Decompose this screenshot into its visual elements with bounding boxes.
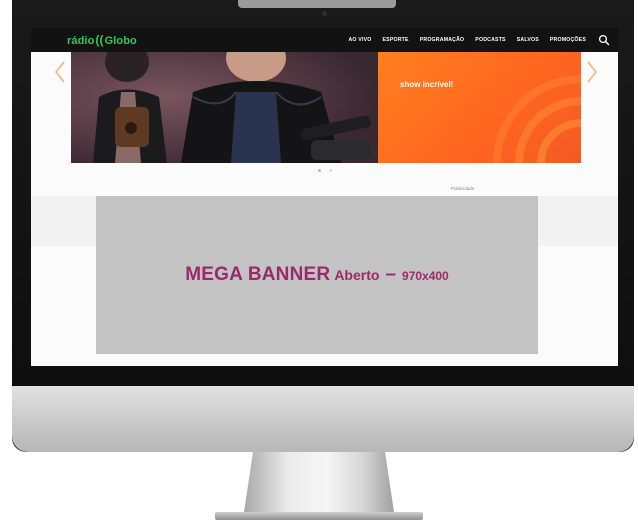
mega-banner-placeholder[interactable]: MEGA BANNER Aberto – 970x400 <box>96 196 538 354</box>
hero-carousel[interactable]: show incrível! <box>71 52 581 163</box>
nav-item-programacao[interactable]: PROGRAMAÇÃO <box>420 37 465 43</box>
nav-item-podcasts[interactable]: PODCASTS <box>475 37 505 43</box>
site-navbar: rádio((Globo AO VIVO ESPORTE PROGRAMAÇÃO… <box>31 28 618 52</box>
nav-item-salvos[interactable]: SALVOS <box>517 37 539 43</box>
promo-headline: show incrível! <box>400 80 454 89</box>
mega-banner-title: MEGA BANNER <box>185 264 331 285</box>
carousel-dot-1[interactable] <box>318 169 321 172</box>
slide-promo: show incrível! <box>378 52 581 163</box>
logo-name: Globo <box>104 35 137 47</box>
carousel-dot-2[interactable] <box>329 169 332 172</box>
monitor-stand-base <box>215 512 423 520</box>
monitor-mockup: rádio((Globo AO VIVO ESPORTE PROGRAMAÇÃO… <box>0 0 638 520</box>
chevron-right-icon[interactable] <box>585 60 599 84</box>
carousel-pagination <box>318 169 332 172</box>
mega-banner-dash: – <box>385 264 397 285</box>
mega-banner-text: MEGA BANNER Aberto – 970x400 <box>185 264 448 286</box>
mega-banner-subtitle: Aberto <box>334 267 380 283</box>
chevron-left-icon[interactable] <box>53 60 67 84</box>
monitor-stand-neck <box>244 452 394 512</box>
band-photo-illustration <box>71 52 378 163</box>
logo-waves: (( <box>95 33 104 47</box>
site-logo[interactable]: rádio((Globo <box>67 33 137 47</box>
mega-banner-size: 970x400 <box>402 269 449 283</box>
wave-pattern <box>493 75 581 163</box>
logo-prefix: rádio <box>67 35 95 47</box>
monitor-top-strip <box>238 0 396 8</box>
nav-menu: AO VIVO ESPORTE PROGRAMAÇÃO PODCASTS SAL… <box>348 28 586 52</box>
monitor-chin <box>12 386 634 452</box>
nav-item-ao-vivo[interactable]: AO VIVO <box>348 37 371 43</box>
ad-label: Publicidade <box>451 186 475 191</box>
nav-item-esporte[interactable]: ESPORTE <box>383 37 409 43</box>
camera-icon <box>322 11 327 16</box>
slide-photo <box>71 52 378 163</box>
nav-item-promocoes[interactable]: PROMOÇÕES <box>550 37 586 43</box>
search-icon[interactable] <box>598 34 610 46</box>
